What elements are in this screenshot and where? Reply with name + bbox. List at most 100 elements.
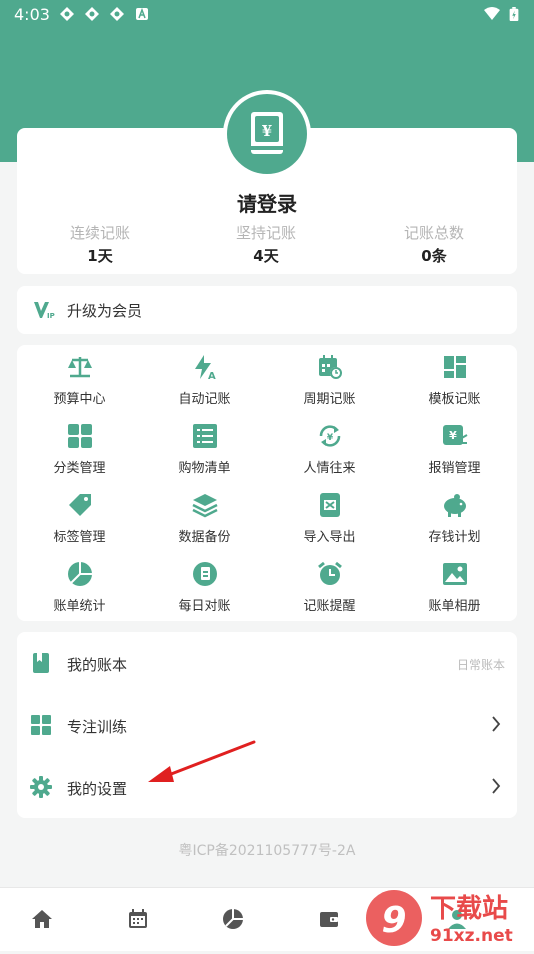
feature-layers[interactable]: 数据备份 (142, 483, 267, 552)
status-time: 4:03 (14, 5, 50, 24)
layers-icon (191, 494, 218, 518)
exchange-icon: ¥ (319, 425, 340, 447)
avatar[interactable]: ¥ (223, 90, 311, 178)
feature-label: 周期记账 (303, 392, 356, 407)
app-notification-icon (110, 7, 124, 21)
watermark-logo-icon: 9 下载站 91xz.net (366, 890, 513, 946)
daily-check-icon (192, 562, 217, 586)
feature-reimburse[interactable]: ¥ 报销管理 (392, 414, 517, 483)
feature-calendar-cycle[interactable]: 周期记账 (267, 345, 392, 414)
app-notification-icon (60, 7, 74, 21)
feature-pie-chart[interactable]: 账单统计 (17, 552, 142, 621)
feature-label: 账单统计 (53, 599, 106, 614)
scale-icon (67, 357, 92, 378)
svg-text:91xz.net: 91xz.net (430, 926, 513, 946)
calendar-cycle-icon (318, 355, 342, 379)
ledger-book-icon: ¥ (251, 112, 283, 154)
icp-license: 粤ICP备2021105777号-2A (178, 843, 356, 859)
feature-label: 每日对账 (178, 599, 231, 614)
template-icon (443, 356, 466, 378)
reimburse-icon: ¥ (442, 425, 467, 445)
svg-text:下载站: 下载站 (430, 894, 508, 924)
feature-daily-check[interactable]: 每日对账 (142, 552, 267, 621)
svg-text:IP: IP (47, 312, 55, 320)
feature-label: 模板记账 (428, 392, 481, 407)
my-book-value: 日常账本 (456, 658, 505, 672)
battery-icon (509, 7, 519, 21)
feature-label: 记账提醒 (303, 599, 356, 614)
feature-label: 分类管理 (53, 461, 106, 476)
list-icon (192, 424, 217, 448)
book-icon (33, 653, 49, 673)
vip-upgrade-row[interactable]: IP 升级为会员 (17, 286, 517, 334)
feature-piggy-bank[interactable]: 存钱计划 (392, 483, 517, 552)
stat-total: 记账总数 0条 (364, 222, 504, 266)
focus-training-label: 专注训练 (67, 718, 128, 736)
my-book-row[interactable]: 我的账本 日常账本 (17, 632, 517, 694)
feature-template[interactable]: 模板记账 (392, 345, 517, 414)
a-notification-icon (136, 7, 148, 20)
feature-excel[interactable]: 导入导出 (267, 483, 392, 552)
feature-list[interactable]: 购物清单 (142, 414, 267, 483)
alarm-icon (317, 561, 342, 585)
app-notification-icon (85, 7, 99, 21)
svg-text:¥: ¥ (449, 429, 457, 442)
focus-training-row[interactable]: 专注训练 (17, 694, 517, 756)
stat-label: 坚持记账 (235, 224, 296, 242)
feature-exchange[interactable]: ¥ 人情往来 (267, 414, 392, 483)
feature-label: 存钱计划 (428, 530, 481, 545)
calendar-icon[interactable] (127, 908, 149, 930)
stat-label: 记账总数 (403, 224, 464, 242)
vip-icon: IP (34, 302, 55, 320)
tag-icon (68, 494, 91, 516)
my-settings-row[interactable]: 我的设置 (17, 756, 517, 818)
feature-label: 导入导出 (303, 530, 356, 545)
feature-label: 账单相册 (428, 599, 481, 614)
stat-value: 1天 (87, 247, 113, 265)
bolt-a-icon: A (194, 355, 216, 380)
feature-scale[interactable]: 预算中心 (17, 345, 142, 414)
feature-label: 报销管理 (428, 461, 481, 476)
home-icon[interactable] (31, 908, 53, 930)
feature-alarm[interactable]: 记账提醒 (267, 552, 392, 621)
feature-grid: 预算中心 A 自动记账 周期记账 模板记账分类管理 购物清单 ¥ 人情往来 ¥ 报销管理标签管理 数… (17, 345, 517, 621)
chevron-right-icon (492, 716, 501, 732)
feature-label: 数据备份 (178, 530, 231, 545)
watermark: 9 下载站 91xz.net (362, 885, 534, 950)
stat-value: 4天 (253, 247, 279, 265)
settings-list: 我的账本 日常账本 专注训练 我的设置 (17, 632, 517, 818)
login-prompt[interactable]: 请登录 (0, 188, 534, 217)
feature-label: 人情往来 (303, 461, 356, 476)
gear-icon (30, 776, 52, 798)
svg-text:9: 9 (381, 900, 406, 941)
feature-label: 预算中心 (53, 392, 106, 407)
wallet-icon[interactable] (318, 908, 340, 930)
stat-label: 连续记账 (69, 224, 130, 242)
chevron-right-icon (492, 778, 501, 794)
status-bar: 4:03 (0, 0, 534, 28)
photo-icon (442, 563, 467, 585)
feature-label: 自动记账 (178, 392, 231, 407)
feature-category[interactable]: 分类管理 (17, 414, 142, 483)
grid-icon (31, 715, 51, 735)
feature-label: 购物清单 (178, 461, 231, 476)
my-book-label: 我的账本 (67, 656, 128, 674)
feature-photo[interactable]: 账单相册 (392, 552, 517, 621)
pie-chart-icon (67, 562, 92, 586)
svg-text:¥: ¥ (326, 433, 333, 443)
excel-icon (319, 493, 340, 517)
feature-tag[interactable]: 标签管理 (17, 483, 142, 552)
stat-consecutive: 连续记账 1天 (30, 222, 170, 266)
svg-text:¥: ¥ (262, 122, 272, 140)
feature-label: 标签管理 (53, 530, 106, 545)
annotation-arrow-icon (148, 740, 256, 782)
stat-persist: 坚持记账 4天 (196, 222, 336, 266)
stat-value: 0条 (421, 247, 447, 265)
pie-chart-nav-icon[interactable] (222, 908, 244, 930)
vip-label: 升级为会员 (67, 302, 143, 320)
avatar-circle: ¥ (227, 94, 307, 174)
feature-bolt-a[interactable]: A 自动记账 (142, 345, 267, 414)
piggy-bank-icon (443, 494, 466, 517)
svg-text:A: A (208, 371, 216, 380)
category-icon (67, 424, 92, 448)
